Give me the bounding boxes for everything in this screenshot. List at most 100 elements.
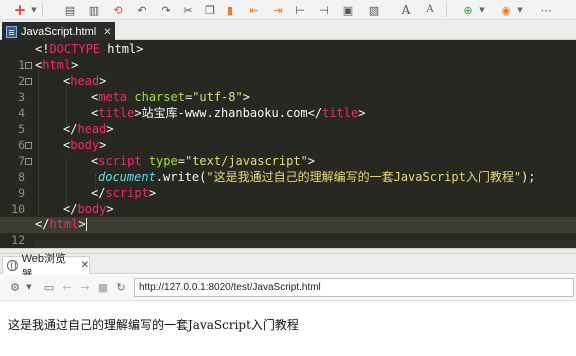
code-token: </ [63, 122, 78, 136]
settings-gear-icon[interactable]: ⚙ [8, 280, 22, 294]
forward-arrow-icon[interactable]: → [78, 280, 92, 294]
comment-icon[interactable]: ▣ [340, 2, 356, 18]
code-token: > [99, 74, 107, 88]
code-token: "这是我通过自己的理解编写的一套JavaScript入门教程" [206, 170, 522, 184]
bookmark-next-icon[interactable]: ⇥ [270, 2, 286, 18]
code-token: DOCTYPE [49, 42, 101, 56]
code-token: = [177, 154, 185, 168]
undo-icon[interactable]: ↶ [134, 2, 150, 18]
url-address-bar[interactable]: http://127.0.0.1:8020/test/JavaScript.ht… [134, 278, 574, 297]
line-number: 12 [11, 232, 25, 247]
code-token: html [42, 58, 72, 72]
code-token: </ [91, 186, 106, 200]
code-token: script [105, 186, 149, 200]
code-token: > [148, 186, 157, 200]
code-line-5: 5 <title>站宝库-www.zhanbaoku.com</title> [0, 106, 576, 136]
code-editor[interactable]: 1 <!DOCTYPE html> 2 <html> 3 <head> 4 <m… [0, 40, 576, 248]
code-token: > [307, 154, 316, 168]
code-token: > [71, 58, 79, 72]
code-token: head [70, 74, 100, 88]
close-icon[interactable]: ✕ [81, 260, 89, 271]
format-icon[interactable]: ▧ [366, 2, 382, 18]
code-token: "text/javascript" [184, 154, 308, 168]
code-token: body [70, 138, 100, 152]
code-token: </ [35, 217, 50, 231]
code-token: 站宝库-www.zhanbaoku.com [141, 106, 308, 120]
code-line-10: 10 </script> [0, 186, 576, 216]
code-token: charset [134, 90, 185, 104]
back-arrow-icon[interactable]: ← [60, 280, 74, 294]
console-icon[interactable]: ▭ [42, 280, 56, 294]
save-all-icon[interactable]: ▥ [86, 2, 102, 18]
browser-nav-bar: ⚙ ▼ ▭ ← → ■ ↻ http://127.0.0.1:8020/test… [0, 275, 576, 301]
copy-icon[interactable]: ❐ [202, 2, 218, 18]
tab-web-browser[interactable]: Web浏览器 ✕ [2, 253, 90, 281]
outdent-icon[interactable]: ⊣ [316, 2, 332, 18]
code-token: </ [307, 106, 323, 120]
code-token: > [136, 42, 144, 56]
code-line-4: 4 <meta charset="utf-8"> [0, 90, 576, 120]
fold-toggle-icon[interactable] [25, 158, 32, 165]
code-token: .write( [155, 170, 207, 184]
redo-icon[interactable]: ↷ [158, 2, 174, 18]
new-icon[interactable]: + [12, 2, 28, 18]
code-token: html [100, 42, 137, 56]
code-token: "utf-8" [192, 90, 243, 104]
editor-horizontal-scrollbar[interactable] [33, 240, 576, 248]
main-toolbar: + ▼ ▤ ▥ ⟲ ↶ ↷ ✂ ❐ ▮ ⇤ ⇥ ⊢ ⊣ ▣ ▧ A A ⊕ ▼ … [0, 0, 576, 20]
tab-label: JavaScript.html [21, 26, 97, 38]
code-token: > [106, 202, 114, 216]
code-token: script [98, 154, 142, 168]
cut-icon[interactable]: ✂ [180, 2, 196, 18]
toolbar-separator [446, 3, 447, 17]
bookmark-icon[interactable]: ▮ [222, 2, 238, 18]
code-line-6: 6 </head> [0, 122, 576, 152]
code-line-11: 11 </body> [0, 202, 576, 232]
save-icon[interactable]: ▤ [62, 2, 78, 18]
code-token: </ [63, 202, 78, 216]
code-token: > [106, 122, 114, 136]
code-line-1: 1 <!DOCTYPE html> [0, 42, 576, 72]
code-token: meta [98, 90, 128, 104]
stop-icon[interactable]: ■ [96, 280, 110, 294]
code-line-3: 3 <head> [0, 74, 576, 104]
fold-toggle-icon[interactable] [25, 62, 32, 69]
rendered-page-text: 这是我通过自己的理解编写的一套JavaScript入门教程 [8, 318, 299, 332]
code-token: title [98, 106, 135, 120]
fold-toggle-icon[interactable] [25, 142, 32, 149]
fold-toggle-icon[interactable] [25, 78, 32, 85]
editor-tab-bar: JavaScript.html ✕ [0, 20, 576, 40]
globe-icon [7, 260, 18, 271]
code-token: type [148, 154, 178, 168]
text-cursor [85, 218, 87, 231]
code-token: ); [521, 170, 536, 184]
code-token: document [98, 170, 156, 184]
caret-down-icon[interactable]: ▼ [30, 2, 38, 18]
code-line-2: 2 <html> [0, 58, 576, 88]
code-line-12: 12 </html> [0, 217, 576, 247]
refresh-icon[interactable]: ↻ [114, 280, 128, 294]
caret-down-icon[interactable]: ▼ [22, 280, 36, 294]
html-file-icon [6, 26, 17, 38]
close-icon[interactable]: ✕ [103, 27, 111, 38]
code-token: title [322, 106, 359, 120]
toolbar-separator [42, 3, 43, 17]
revert-icon[interactable]: ⟲ [110, 2, 126, 18]
more-icon[interactable]: ⋯ [538, 2, 554, 18]
code-line-9: 9 document.write("这是我通过自己的理解编写的一套JavaScr… [0, 170, 576, 200]
browser-tab-bar: Web浏览器 ✕ [0, 253, 576, 281]
font-increase-icon[interactable]: A [398, 2, 414, 18]
bookmark-prev-icon[interactable]: ⇤ [246, 2, 262, 18]
browser-icon[interactable]: ◉ [498, 2, 514, 18]
font-decrease-icon[interactable]: A [422, 2, 438, 18]
run-icon[interactable]: ⊕ [460, 2, 476, 18]
code-token: > [78, 217, 86, 231]
indent-icon[interactable]: ⊢ [292, 2, 308, 18]
code-line-7: 7 <body> [0, 138, 576, 168]
run-caret-icon[interactable]: ▼ [478, 2, 486, 18]
tab-javascript-html[interactable]: JavaScript.html ✕ [2, 22, 115, 40]
code-token: > [358, 106, 366, 120]
code-token: > [242, 90, 250, 104]
code-line-8: 8 <script type="text/javascript"> [0, 154, 576, 184]
browser-caret-icon[interactable]: ▼ [516, 2, 524, 18]
